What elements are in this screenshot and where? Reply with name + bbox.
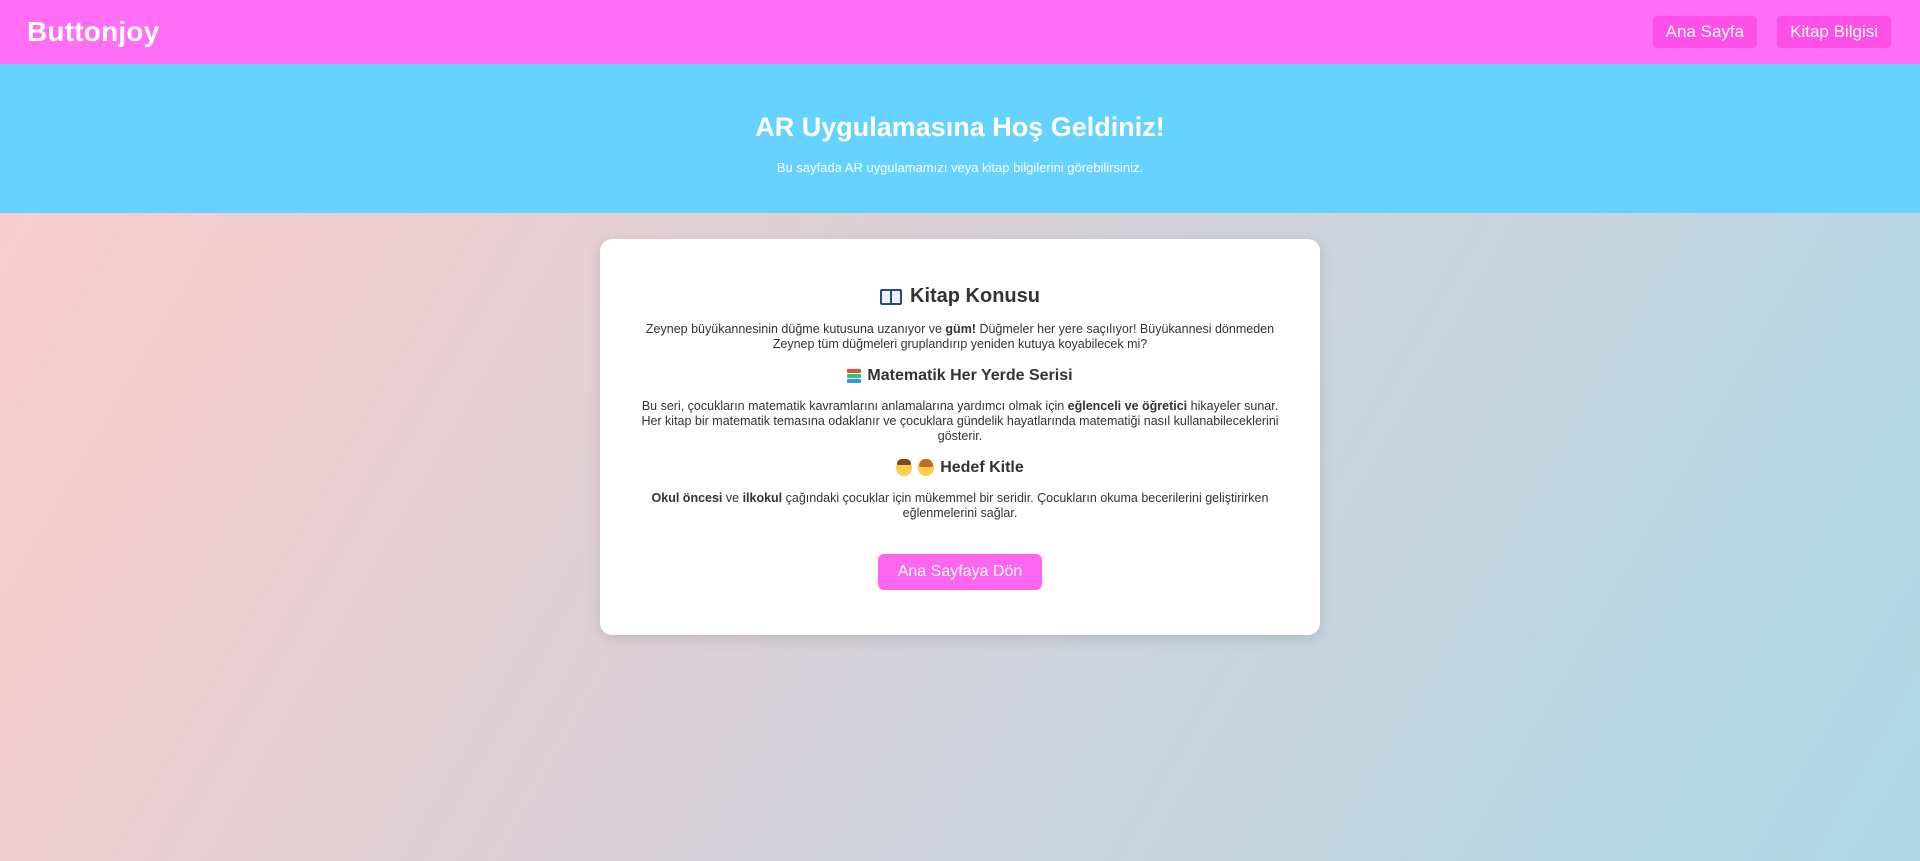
- book-topic-title: Kitap Konusu: [910, 285, 1040, 307]
- top-navbar: Buttonjoy Ana Sayfa Kitap Bilgisi: [0, 0, 1920, 64]
- book-topic-text: Zeynep büyükannesinin düğme kutusuna uza…: [630, 322, 1290, 352]
- bold-segment: ilkokul: [742, 491, 783, 505]
- main-content: Kitap Konusu Zeynep büyükannesinin düğme…: [0, 213, 1920, 663]
- audience-title: Hedef Kitle: [940, 459, 1024, 476]
- brand-logo[interactable]: Buttonjoy: [27, 16, 159, 48]
- nav-book-info-button[interactable]: Kitap Bilgisi: [1777, 16, 1891, 48]
- girl-icon: [918, 459, 935, 476]
- audience-text: Okul öncesi ve ilkokul çağındaki çocukla…: [630, 491, 1290, 521]
- bold-segment: eğlenceli ve öğretici: [1067, 399, 1188, 413]
- hero-subtitle: Bu sayfada AR uygulamamızı veya kitap bi…: [776, 160, 1144, 175]
- series-text: Bu seri, çocukların matematik kavramları…: [630, 399, 1290, 444]
- text-segment: Zeynep büyükannesinin düğme kutusuna uza…: [645, 322, 946, 336]
- back-to-home-button[interactable]: Ana Sayfaya Dön: [877, 554, 1043, 590]
- books-icon: [847, 369, 862, 383]
- section-title-audience: Hedef Kitle: [630, 459, 1290, 477]
- series-title: Matematik Her Yerde Serisi: [867, 367, 1073, 384]
- hero-banner: AR Uygulamasına Hoş Geldiniz! Bu sayfada…: [0, 64, 1920, 213]
- section-title-book-topic: Kitap Konusu: [630, 285, 1290, 308]
- text-segment: çağındaki çocuklar için mükemmel bir ser…: [782, 491, 1269, 520]
- open-book-icon: [880, 288, 902, 305]
- nav-home-button[interactable]: Ana Sayfa: [1652, 16, 1758, 48]
- book-info-card: Kitap Konusu Zeynep büyükannesinin düğme…: [600, 239, 1320, 635]
- hero-title: AR Uygulamasına Hoş Geldiniz!: [755, 112, 1165, 142]
- bold-segment: güm!: [945, 322, 976, 336]
- main-nav: Ana Sayfa Kitap Bilgisi: [1652, 16, 1891, 48]
- text-segment: Bu seri, çocukların matematik kavramları…: [641, 399, 1068, 413]
- text-segment: ve: [722, 491, 743, 505]
- bold-segment: Okul öncesi: [651, 491, 723, 505]
- section-title-series: Matematik Her Yerde Serisi: [630, 367, 1290, 385]
- boy-icon: [896, 459, 913, 476]
